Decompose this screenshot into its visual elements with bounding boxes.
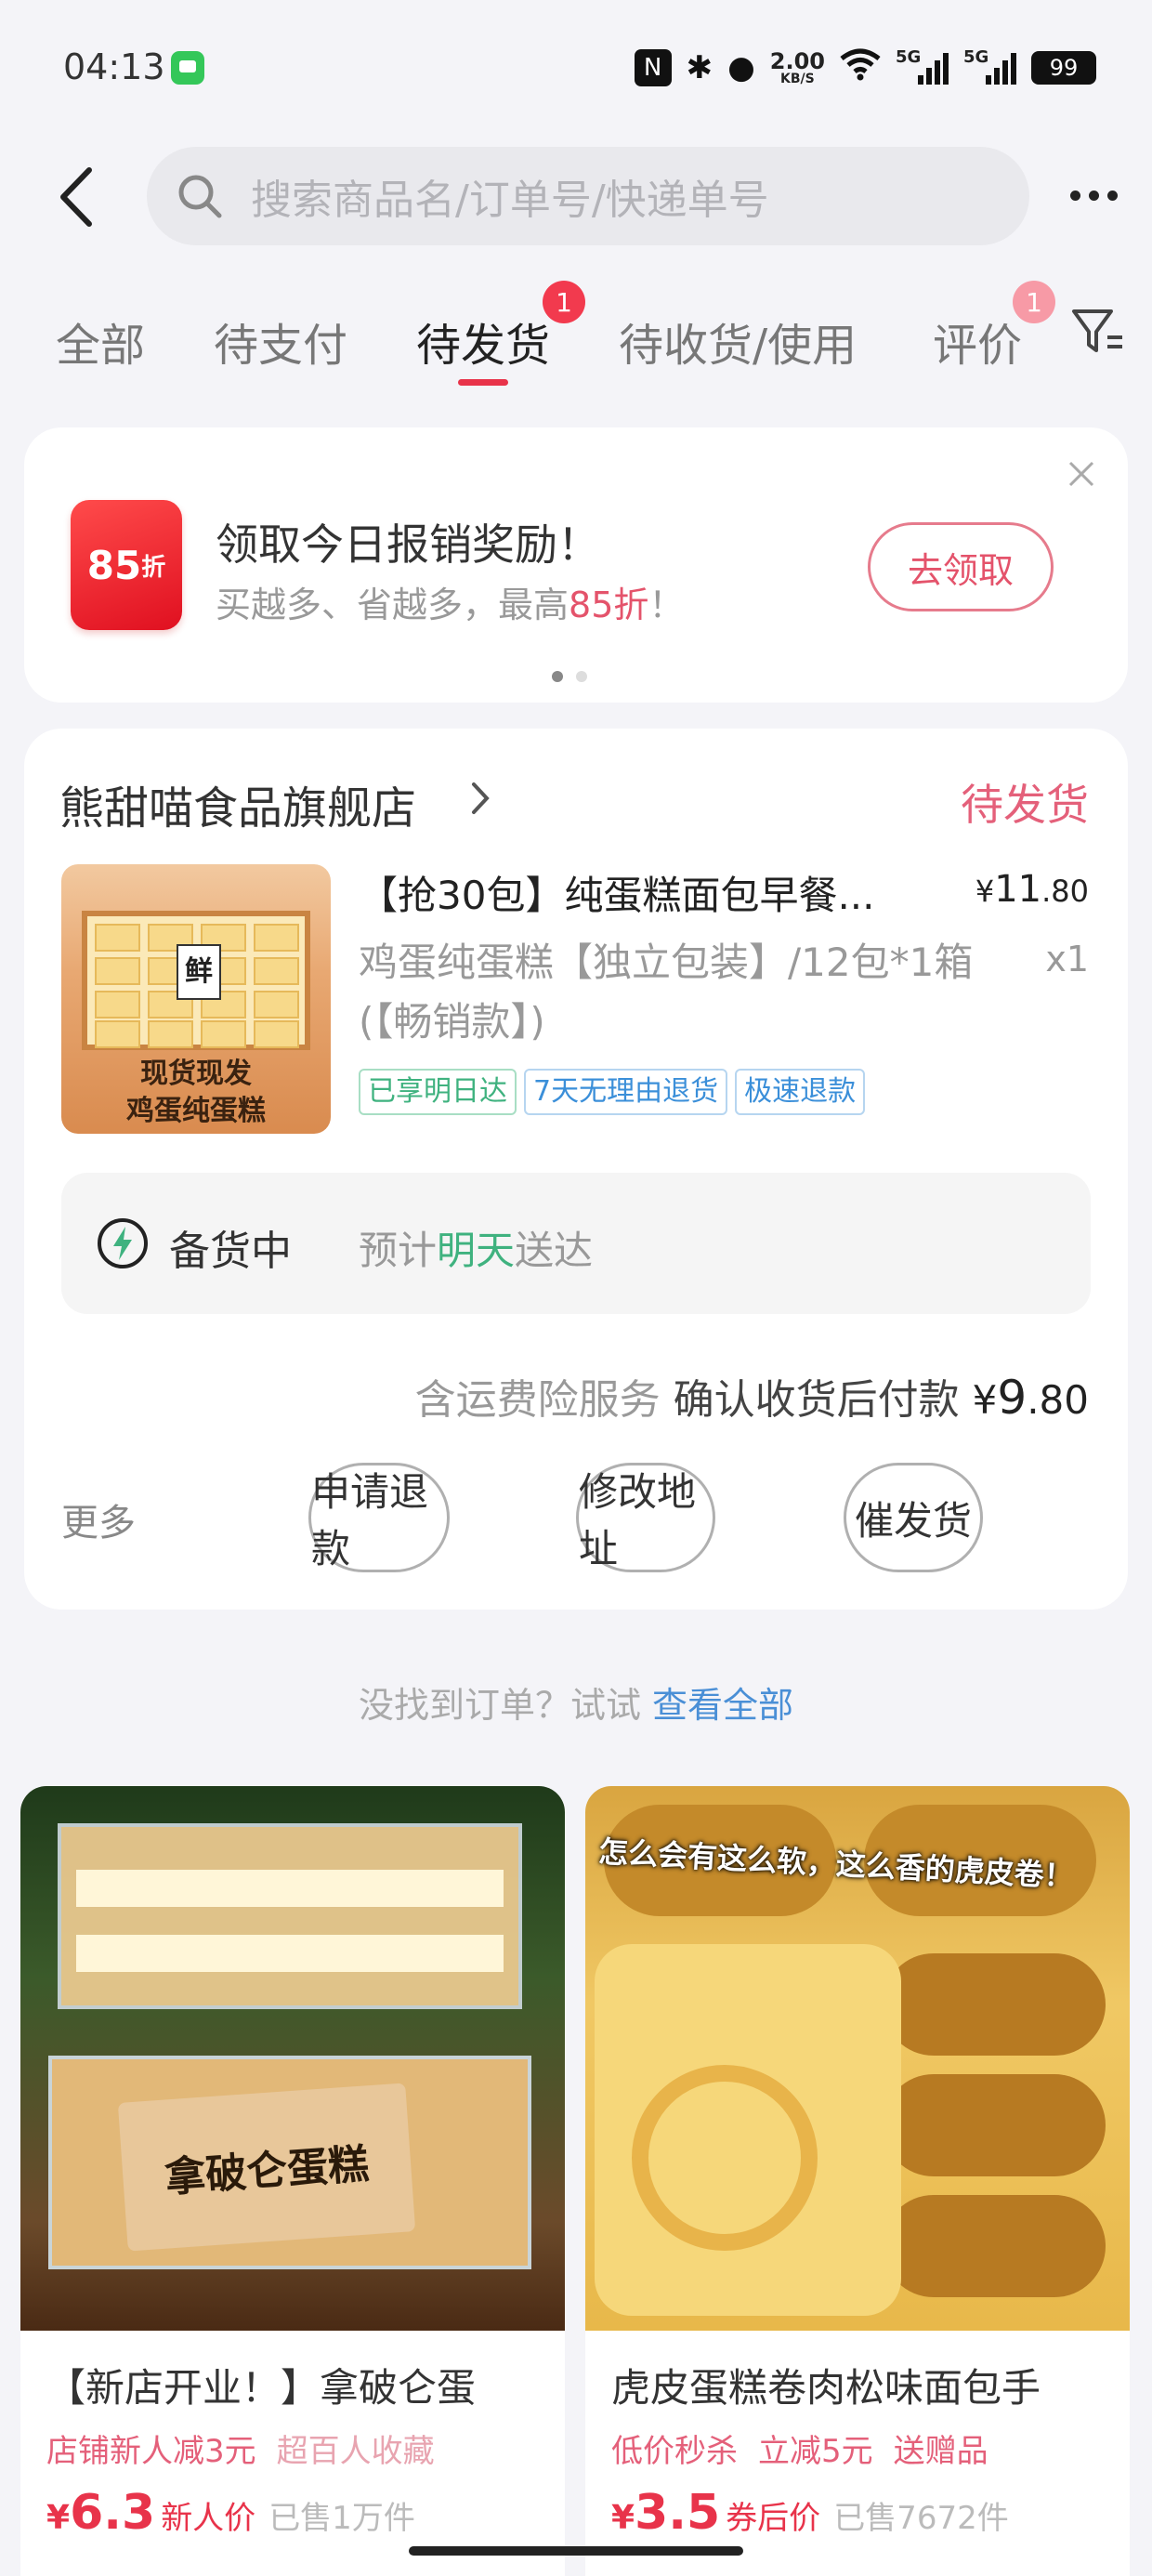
promo-subtitle-prefix: 买越多、省越多，最高 (216, 585, 569, 625)
chevron-right-icon[interactable] (468, 775, 494, 821)
tab-pending-receipt[interactable]: 待收货/使用 (619, 309, 857, 374)
message-app-icon (171, 51, 204, 85)
tag-fast-refund: 极速退款 (735, 1069, 866, 1115)
promo-subtitle-suffix: ！ (648, 585, 685, 625)
tag-next-day: 已享明日达 (359, 1069, 517, 1115)
urge-shipment-button[interactable]: 催发货 (844, 1463, 983, 1572)
product-image-text-2: 鸡蛋纯蛋糕 (126, 1095, 266, 1127)
promo-title: 领取今日报销奖励！ (216, 519, 600, 570)
shop-name[interactable]: 熊甜喵食品旗舰店 (59, 771, 416, 836)
payment-label: 确认收货后付款 (673, 1376, 960, 1424)
status-time: 04:13 (63, 46, 165, 87)
battery-icon: 99 (1031, 51, 1096, 85)
promo-banner: 85 折 领取今日报销奖励！ 买越多、省越多，最高85折！ 去领取 (24, 427, 1128, 703)
search-icon (178, 175, 222, 218)
product-price: ¥11.80 (975, 868, 1089, 911)
bluetooth-icon: ✱ (686, 49, 713, 86)
product-title[interactable]: 【抢30包】纯蛋糕面包早餐... (359, 864, 972, 921)
recommendation-tags: 低价秒杀 立减5元 送赠品 (611, 2433, 988, 2470)
shipping-status-box[interactable]: 备货中 预计明天送达 (61, 1173, 1091, 1314)
recommendation-card[interactable]: 怎么会有这么软，这么香的虎皮卷！ 虎皮蛋糕卷肉松味面包手 低价秒杀 立减5元 送赠品… (585, 1786, 1130, 2576)
tag-free-return: 7天无理由退货 (524, 1069, 728, 1115)
tab-badge-reviews: 1 (1013, 281, 1055, 323)
recommendation-price: ¥6.3 新人价 已售1万件 (46, 2485, 415, 2541)
shipping-status: 备货中 (169, 1228, 292, 1275)
claim-reward-button[interactable]: 去领取 (868, 522, 1054, 611)
more-dot-icon (1069, 190, 1080, 201)
signal-label-1: 5G (896, 47, 922, 67)
recommendation-title: 虎皮蛋糕卷肉松味面包手 (611, 2365, 1041, 2411)
more-dot-icon (1106, 190, 1118, 201)
tab-pending-payment[interactable]: 待支付 (214, 309, 347, 374)
modify-address-button[interactable]: 修改地址 (576, 1463, 715, 1572)
recommendation-tags: 店铺新人减3元 超百人收藏 (46, 2433, 435, 2470)
discount-badge-icon: 85 折 (71, 500, 182, 630)
service-tags: 已享明日达 7天无理由退货 极速退款 (359, 1069, 866, 1115)
product-image-label: 鲜 (177, 944, 221, 1000)
product-image[interactable]: 怎么会有这么软，这么香的虎皮卷！ (585, 1786, 1130, 2331)
product-quantity: x1 (1045, 939, 1089, 979)
status-indicators: N ✱ ● 2.00 KB/S 5G 5G 99 (634, 45, 1096, 91)
promo-subtitle: 买越多、省越多，最高85折！ (216, 576, 684, 627)
product-spec: 鸡蛋纯蛋糕【独立包装】/12包*1箱(【畅销款】) (359, 940, 974, 1045)
wifi-icon (840, 47, 881, 89)
not-found-hint: 没找到订单？试试 查看全部 (0, 1676, 1152, 1728)
home-indicator[interactable] (409, 2546, 743, 2556)
signal-icon-1: 5G (896, 47, 949, 85)
tab-reviews[interactable]: 评价 (933, 309, 1022, 374)
lightning-icon (98, 1218, 148, 1268)
more-actions-link[interactable]: 更多 (61, 1492, 136, 1546)
order-card[interactable]: 熊甜喵食品旗舰店 待发货 鲜 现货现发 鸡蛋纯蛋糕 【抢30包】纯蛋糕面包早餐.… (24, 729, 1128, 1610)
product-image[interactable]: 拿破仑蛋糕 (20, 1786, 565, 2331)
search-placeholder: 搜索商品名/订单号/快递单号 (251, 177, 769, 224)
nfc-icon: N (634, 49, 672, 86)
product-image[interactable]: 鲜 现货现发 鸡蛋纯蛋糕 (61, 864, 331, 1134)
filter-icon (1072, 309, 1122, 352)
view-all-link[interactable]: 查看全部 (652, 1685, 793, 1726)
network-speed-value: 2.00 (769, 48, 825, 74)
not-found-text: 没找到订单？试试 (358, 1685, 641, 1726)
network-speed-unit: KB/S (780, 72, 815, 86)
product-image-text-1: 现货现发 (140, 1058, 252, 1090)
close-button[interactable] (1063, 455, 1100, 493)
tab-badge-pending-shipment: 1 (543, 281, 585, 323)
search-input[interactable]: 搜索商品名/订单号/快递单号 (147, 147, 1029, 245)
carousel-indicator (552, 671, 587, 682)
back-button[interactable] (56, 160, 111, 234)
tab-pending-shipment[interactable]: 待发货 (416, 309, 550, 374)
filter-button[interactable] (1068, 302, 1128, 361)
shipping-eta: 预计明天送达 (359, 1228, 594, 1273)
more-dot-icon (1088, 190, 1099, 201)
payment-summary: 含运费险服务 确认收货后付款 ¥9.80 (415, 1366, 1089, 1426)
signal-icon-2: 5G (963, 47, 1016, 85)
network-speed: 2.00 KB/S (770, 50, 825, 85)
active-tab-indicator (458, 379, 508, 386)
back-arrow-icon (60, 167, 92, 227)
discount-badge-unit: 折 (141, 553, 166, 582)
recommendation-title: 【新店开业！】拿破仑蛋 (46, 2365, 477, 2411)
request-refund-button[interactable]: 申请退款 (308, 1463, 450, 1572)
payment-amount: ¥9.80 (972, 1371, 1089, 1425)
product-image-caption: 拿破仑蛋糕 (117, 2083, 416, 2252)
tab-all[interactable]: 全部 (56, 309, 145, 374)
order-status: 待发货 (961, 780, 1089, 830)
more-options-button[interactable] (1061, 167, 1126, 223)
signal-label-2: 5G (963, 47, 989, 67)
recommendation-price: ¥3.5 券后价 已售7672件 (611, 2485, 1009, 2541)
promo-subtitle-highlight: 85折 (569, 585, 649, 625)
recommendation-card[interactable]: 拿破仑蛋糕 【新店开业！】拿破仑蛋 店铺新人减3元 超百人收藏 ¥6.3 新人价 已售… (20, 1786, 565, 2576)
shipping-insurance-note: 含运费险服务 (414, 1376, 661, 1424)
location-icon: ● (727, 49, 755, 86)
discount-badge-number: 85 (86, 542, 142, 588)
status-bar: 04:13 N ✱ ● 2.00 KB/S 5G 5G 99 (0, 0, 1152, 139)
close-icon (1068, 461, 1094, 487)
